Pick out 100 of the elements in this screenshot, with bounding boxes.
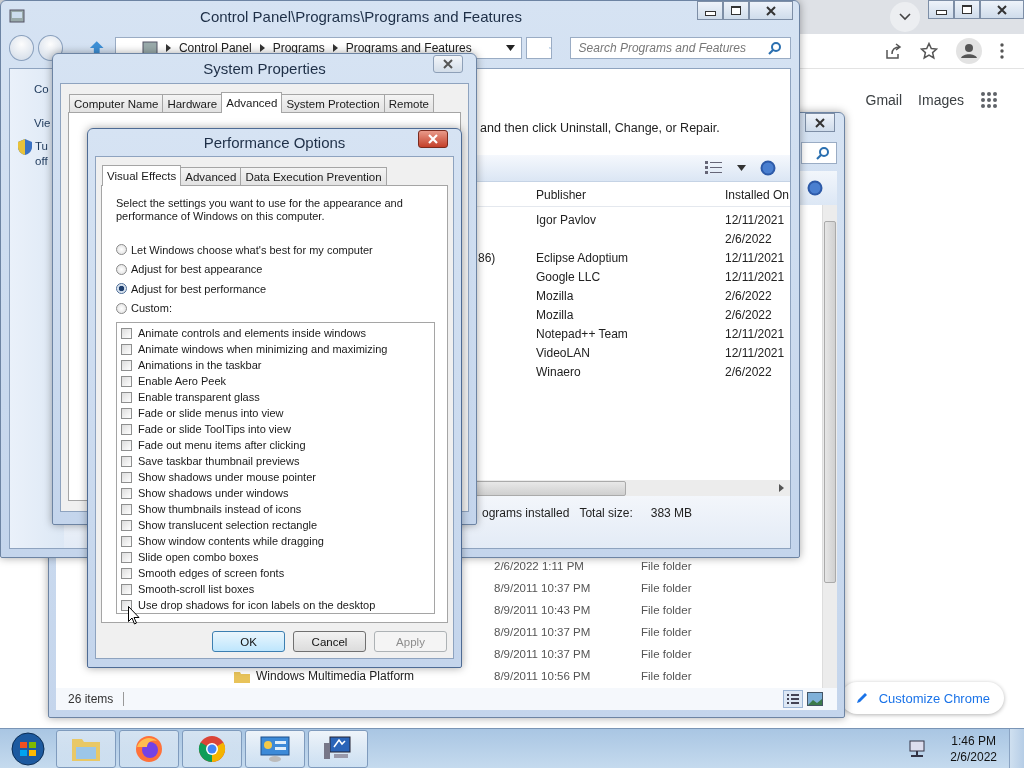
checkbox[interactable] <box>121 583 132 595</box>
checkbox[interactable] <box>121 343 132 355</box>
close-button[interactable] <box>805 113 835 132</box>
checkbox-label[interactable]: Enable transparent glass <box>138 391 260 403</box>
minimize-button[interactable] <box>928 0 954 19</box>
checkbox-label[interactable]: Slide open combo boxes <box>138 551 259 563</box>
star-icon[interactable] <box>920 42 938 60</box>
task-link[interactable]: Tu off <box>35 139 48 169</box>
breadcrumb-item[interactable]: Programs and Features <box>345 41 472 55</box>
apps-grid-icon[interactable] <box>980 91 998 109</box>
checkbox-label[interactable]: Show window contents while dragging <box>138 535 324 547</box>
breadcrumb-item[interactable]: Programs <box>272 41 325 55</box>
tab[interactable]: Advanced <box>221 92 283 113</box>
tab[interactable]: System Protection <box>281 94 385 112</box>
minimize-button[interactable] <box>697 1 723 20</box>
checkbox-label[interactable]: Fade or slide menus into view <box>138 407 284 419</box>
checkbox[interactable] <box>121 487 132 499</box>
maximize-button[interactable] <box>723 1 749 20</box>
help-icon[interactable] <box>807 180 823 196</box>
profile-icon[interactable] <box>956 38 982 64</box>
header-link[interactable]: Images <box>918 92 964 108</box>
scroll-right-icon[interactable] <box>779 484 784 492</box>
close-button[interactable] <box>418 130 448 148</box>
dropdown-arrow-icon[interactable] <box>737 165 746 171</box>
checkbox-label[interactable]: Show thumbnails instead of icons <box>138 503 302 515</box>
checkbox[interactable] <box>121 375 132 387</box>
header-link[interactable]: Gmail <box>865 92 903 108</box>
checkbox-label[interactable]: Show shadows under mouse pointer <box>138 471 316 483</box>
checkbox-label[interactable]: Animate controls and elements inside windows <box>138 327 367 339</box>
dropdown-arrow-icon[interactable] <box>505 45 515 51</box>
radio-button[interactable] <box>116 283 127 295</box>
tab[interactable]: Remote <box>383 94 434 112</box>
column-header[interactable]: Installed On <box>725 188 790 202</box>
checkbox[interactable] <box>121 407 132 419</box>
tab[interactable]: Data Execution Prevention <box>240 167 387 185</box>
clock[interactable]: 1:46 PM 2/6/2022 <box>950 732 997 765</box>
tab-search-button[interactable] <box>890 2 920 32</box>
tab[interactable]: Advanced <box>180 167 242 185</box>
radio-button[interactable] <box>116 244 127 256</box>
breadcrumb-item[interactable]: Control Panel <box>178 41 252 55</box>
view-options-icon[interactable] <box>705 161 723 175</box>
tab[interactable]: Hardware <box>162 94 223 112</box>
radio-label[interactable]: Adjust for best performance <box>131 282 267 295</box>
checkbox-label[interactable]: Fade or slide ToolTips into view <box>138 423 291 435</box>
table-cell: Notepad++ Team <box>536 326 628 341</box>
refresh-button[interactable] <box>525 37 552 59</box>
radio-label[interactable]: Let Windows choose what's best for my computer <box>131 243 373 256</box>
checkbox[interactable] <box>121 327 132 339</box>
restore-button[interactable] <box>954 0 980 19</box>
checkbox-label[interactable]: Save taskbar thumbnail previews <box>138 455 300 467</box>
dialog-button[interactable]: OK <box>212 631 285 652</box>
checkbox-label[interactable]: Enable Aero Peek <box>138 375 227 387</box>
table-cell: 2/6/2022 <box>725 288 772 303</box>
checkbox[interactable] <box>121 439 132 451</box>
clock-time: 1:46 PM <box>951 732 996 749</box>
search-field[interactable] <box>801 142 837 164</box>
checkbox[interactable] <box>121 503 132 515</box>
column-header[interactable]: Publisher <box>534 188 725 202</box>
checkbox[interactable] <box>121 519 132 531</box>
up-arrow-icon[interactable] <box>89 40 105 56</box>
share-icon[interactable] <box>884 42 902 60</box>
show-desktop-button[interactable] <box>1009 728 1024 768</box>
preview-view-icon[interactable] <box>807 692 823 706</box>
radio-button[interactable] <box>116 302 127 314</box>
checkbox-label[interactable]: Use drop shadows for icon labels on the desktop <box>138 599 376 611</box>
checkbox-label[interactable]: Animations in the taskbar <box>138 359 262 371</box>
checkbox-label[interactable]: Show shadows under windows <box>138 487 289 499</box>
dialog-button[interactable]: Cancel <box>293 631 366 652</box>
checkbox[interactable] <box>121 391 132 403</box>
checkbox-label[interactable]: Show translucent selection rectangle <box>138 519 318 531</box>
menu-icon[interactable] <box>1000 43 1004 59</box>
checkbox-label[interactable]: Smooth edges of screen fonts <box>138 567 285 579</box>
checkbox[interactable] <box>121 535 132 547</box>
taskbar-button[interactable] <box>119 729 179 768</box>
taskbar-button[interactable] <box>308 729 368 768</box>
checkbox[interactable] <box>121 455 132 467</box>
file-type: File folder <box>641 582 692 594</box>
checkbox[interactable] <box>121 567 132 579</box>
close-button[interactable] <box>749 1 793 20</box>
tab[interactable]: Computer Name <box>69 94 164 112</box>
help-icon[interactable] <box>760 160 776 176</box>
checkbox[interactable] <box>121 423 132 435</box>
details-view-icon[interactable] <box>783 690 803 708</box>
tab[interactable]: Visual Effects <box>102 165 182 186</box>
checkbox-label[interactable]: Smooth-scroll list boxes <box>138 583 255 595</box>
checkbox-label[interactable]: Animate windows when minimizing and maximizing <box>138 343 388 355</box>
radio-label[interactable]: Custom: <box>131 302 172 315</box>
scrollbar[interactable] <box>822 205 837 688</box>
radio-button[interactable] <box>116 263 127 275</box>
close-button[interactable] <box>980 0 1024 19</box>
checkbox-label[interactable]: Fade out menu items after clicking <box>138 439 306 451</box>
checkbox[interactable] <box>121 359 132 371</box>
close-button[interactable] <box>433 55 463 73</box>
back-button[interactable] <box>9 35 35 61</box>
taskbar-button[interactable] <box>245 729 305 768</box>
radio-label[interactable]: Adjust for best appearance <box>131 263 263 276</box>
table-cell: 2/6/2022 <box>725 364 772 379</box>
checkbox[interactable] <box>121 471 132 483</box>
search-field[interactable]: Search Programs and Features <box>569 37 791 59</box>
checkbox[interactable] <box>121 551 132 563</box>
